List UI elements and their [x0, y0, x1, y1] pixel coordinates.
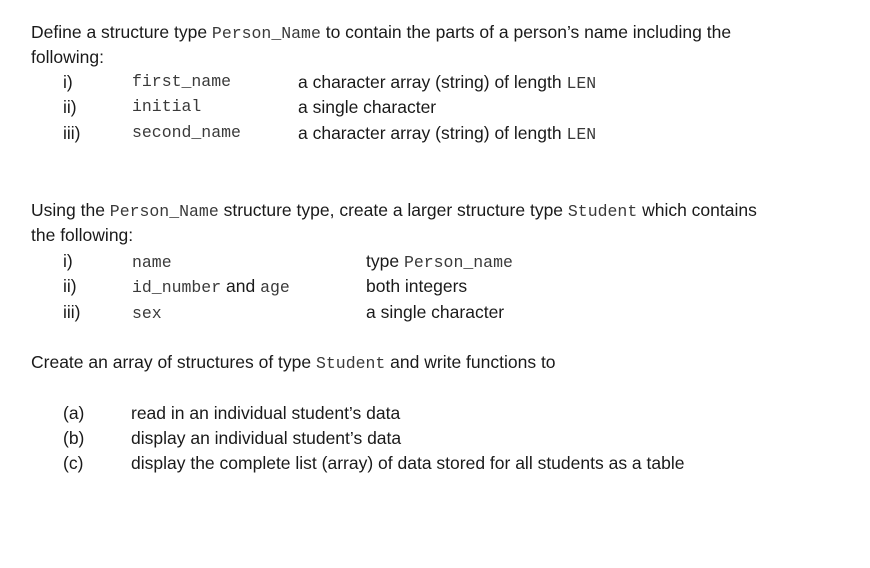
field-name: initial [132, 97, 202, 116]
code-person-name: Person_Name [211, 24, 321, 43]
list-number: iii) [63, 302, 81, 322]
intro-text: to contain the parts of a person’s name … [320, 22, 732, 42]
field-description: type Person_name [366, 251, 513, 272]
field-description: a single character [366, 302, 505, 322]
code-student: Student [567, 202, 638, 221]
field-description: a character array (string) of length LEN [298, 123, 597, 144]
list-number: i) [63, 72, 73, 92]
function-description: read in an individual student’s data [131, 403, 401, 423]
list-number: i) [63, 251, 73, 271]
list-letter: (a) [63, 403, 85, 423]
field-name: name [132, 253, 172, 272]
section3-intro: Create an array of structures of type St… [31, 352, 556, 373]
function-description: display an individual student’s data [131, 428, 402, 448]
field-name: id_number and age [132, 276, 290, 297]
code-person-name: Person_Name [109, 202, 219, 221]
section1-intro: Define a structure type Person_Name to c… [31, 20, 731, 46]
function-description: display the complete list (array) of dat… [131, 453, 685, 473]
list-number: ii) [63, 276, 77, 296]
intro-text: Define a structure type [31, 22, 212, 42]
field-description: a single character [298, 97, 437, 117]
field-name: second_name [132, 123, 241, 142]
list-number: ii) [63, 97, 77, 117]
list-number: iii) [63, 123, 81, 143]
section2-intro-line2: the following: [31, 225, 134, 245]
list-letter: (c) [63, 453, 84, 473]
list-letter: (b) [63, 428, 85, 448]
field-description: both integers [366, 276, 468, 296]
code-student: Student [316, 354, 386, 373]
field-name: first_name [132, 72, 232, 91]
section1-intro-line2: following: [31, 47, 104, 67]
field-description: a character array (string) of length LEN [298, 72, 597, 93]
field-name: sex [132, 304, 162, 323]
section2-intro: Using the Person_Name structure type, cr… [31, 200, 757, 221]
